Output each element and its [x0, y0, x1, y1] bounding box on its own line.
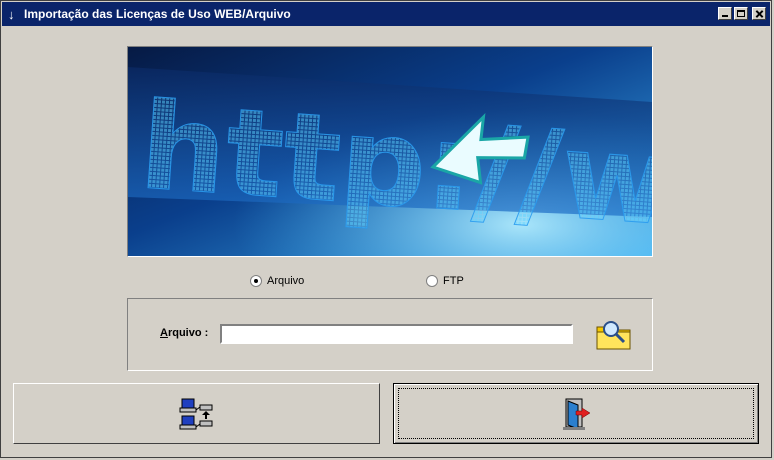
radio-ftp-indicator[interactable]	[426, 275, 438, 287]
file-label-rest: rquivo :	[167, 327, 209, 339]
import-button[interactable]	[13, 383, 380, 444]
radio-arquivo[interactable]: Arquivo	[250, 275, 304, 287]
file-group-box: Arquivo :	[127, 298, 653, 371]
title-bar[interactable]: ↓ Importação das Licenças de Uso WEB/Arq…	[2, 2, 770, 26]
file-path-input[interactable]	[220, 324, 573, 344]
window-title: Importação das Licenças de Uso WEB/Arqui…	[24, 7, 291, 21]
network-transfer-icon	[179, 398, 212, 429]
browse-folder-button[interactable]	[594, 317, 634, 353]
folder-search-icon	[596, 321, 631, 350]
file-field-label: Arquivo :	[160, 327, 208, 339]
focus-rectangle	[398, 388, 754, 439]
web-banner-image: http://www.	[127, 46, 653, 257]
maximize-button[interactable]	[734, 7, 748, 20]
radio-arquivo-label: Arquivo	[267, 275, 305, 287]
radio-ftp-label: FTP	[443, 275, 464, 287]
radio-ftp[interactable]: FTP	[426, 275, 464, 287]
minimize-button[interactable]	[718, 7, 732, 20]
http-banner-graphic: http://www.	[128, 47, 652, 256]
exit-button[interactable]	[393, 383, 759, 444]
radio-arquivo-indicator[interactable]	[250, 275, 262, 287]
close-button[interactable]	[752, 7, 766, 20]
import-licenses-window: ↓ Importação das Licenças de Uso WEB/Arq…	[0, 0, 772, 458]
file-label-accesskey: A	[160, 327, 168, 339]
down-arrow-icon: ↓	[8, 6, 15, 22]
window-controls	[718, 7, 766, 20]
